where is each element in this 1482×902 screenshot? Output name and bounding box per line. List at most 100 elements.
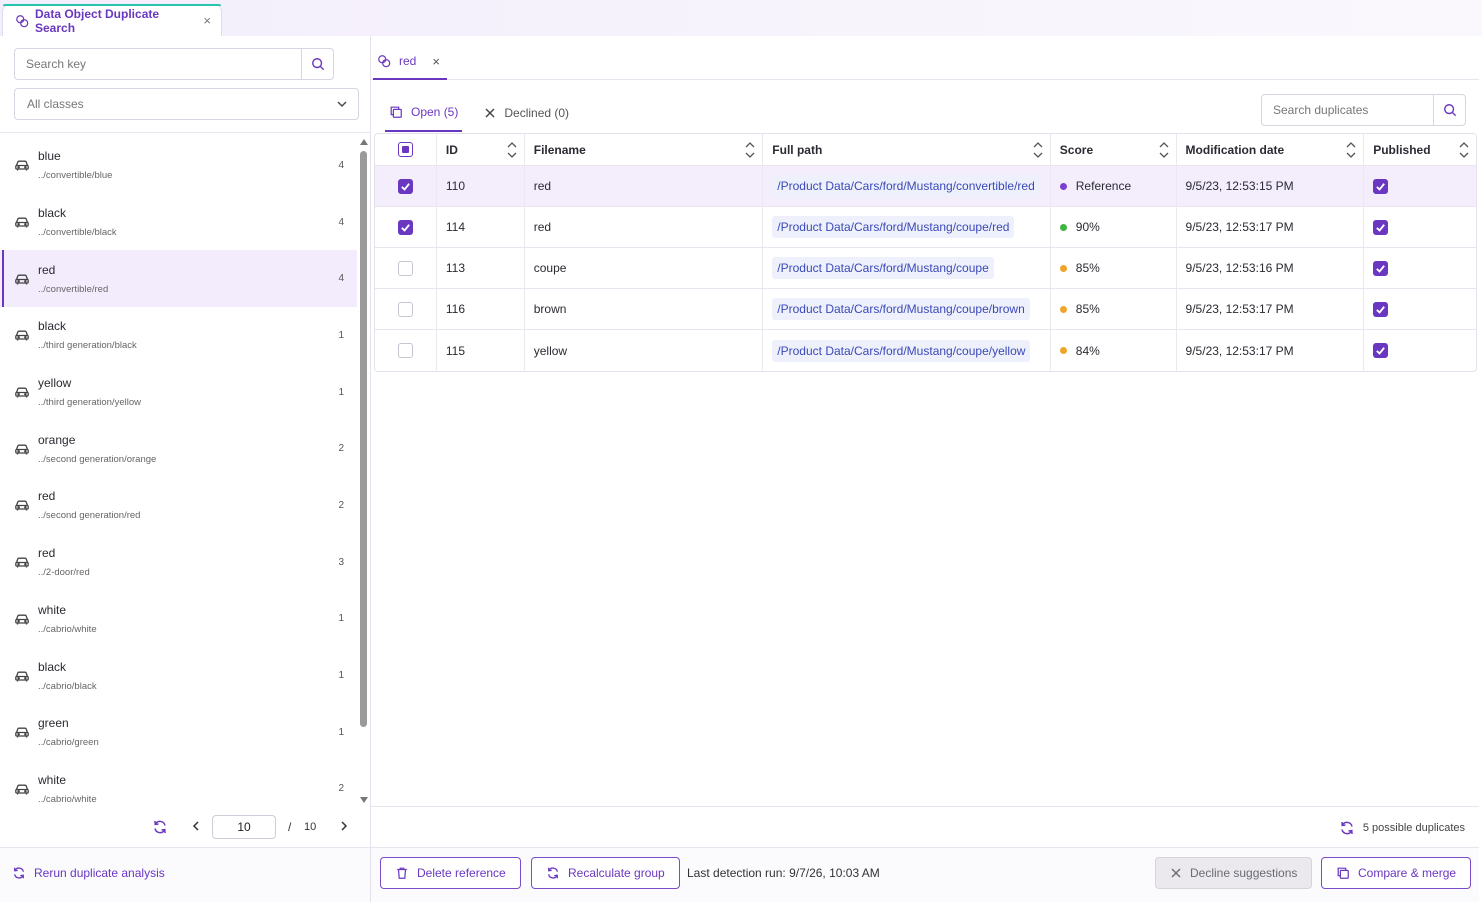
score-badge: 85% xyxy=(1059,302,1100,316)
list-item[interactable]: orange ../second generation/orange 2 xyxy=(0,420,357,477)
table-row[interactable]: 113 coupe/Product Data/Cars/ford/Mustang/… xyxy=(375,248,1476,289)
list-item[interactable]: white ../cabrio/white 1 xyxy=(0,591,357,648)
table-row[interactable]: 115 yellow/Product Data/Cars/ford/Mustang… xyxy=(375,330,1476,371)
possible-duplicates-count: 5 possible duplicates xyxy=(1362,822,1465,834)
published-checkbox[interactable] xyxy=(1373,178,1389,194)
scrollbar-thumb[interactable] xyxy=(360,151,367,727)
tab-open[interactable]: Open (5) xyxy=(385,94,463,132)
recalculate-group-label: Recalculate group xyxy=(568,866,665,880)
list-item-count: 2 xyxy=(338,443,344,455)
delete-reference-button[interactable]: Delete reference xyxy=(380,857,521,889)
sort-icon[interactable] xyxy=(744,140,756,160)
list-item-path: ../convertible/black xyxy=(38,227,117,239)
list-item[interactable]: white ../cabrio/white 2 xyxy=(0,761,357,807)
row-select-checkbox[interactable] xyxy=(397,343,413,358)
full-path-link[interactable]: /Product Data/Cars/ford/Mustang/coupe/ye… xyxy=(772,339,1031,362)
table-row[interactable]: 110 red/Product Data/Cars/ford/Mustang/co… xyxy=(375,166,1476,207)
column-header-filename[interactable]: Filename xyxy=(525,134,764,165)
list-scrollbar[interactable] xyxy=(358,137,369,805)
filename-cell: coupe xyxy=(525,248,764,288)
search-button[interactable] xyxy=(301,49,333,79)
score-badge: 85% xyxy=(1059,261,1100,275)
full-path-link[interactable]: /Product Data/Cars/ford/Mustang/coupe xyxy=(772,257,994,279)
app-body: All classes blue../convertible/blue4blac… xyxy=(0,36,1482,902)
id-value: 116 xyxy=(445,302,466,316)
row-select-checkbox[interactable] xyxy=(397,219,413,235)
compare-merge-label: Compare & merge xyxy=(1358,866,1457,880)
full-path-link[interactable]: /Product Data/Cars/ford/Mustang/converti… xyxy=(772,175,1040,197)
sort-icon[interactable] xyxy=(1458,140,1470,160)
previous-page-icon[interactable] xyxy=(190,820,202,832)
table-row[interactable]: 116 brown/Product Data/Cars/ford/Mustang/… xyxy=(375,289,1476,330)
id-value: 115 xyxy=(445,343,466,358)
list-item-text: red ../2-door/red xyxy=(38,545,338,579)
scroll-down-arrow[interactable] xyxy=(360,797,368,803)
published-checkbox[interactable] xyxy=(1373,219,1389,235)
list-item[interactable]: green ../cabrio/green 1 xyxy=(0,704,357,761)
refresh-icon[interactable] xyxy=(152,819,168,835)
published-checkbox[interactable] xyxy=(1373,260,1389,276)
decline-suggestions-button[interactable]: Decline suggestions xyxy=(1155,857,1313,889)
close-tab-icon[interactable]: × xyxy=(203,13,211,28)
refresh-icon xyxy=(13,867,25,879)
table-status-bar: 5 possible duplicates xyxy=(371,806,1479,847)
search-key-field xyxy=(14,48,334,80)
list-item-count: 1 xyxy=(338,329,344,341)
recalculate-group-button[interactable]: Recalculate group xyxy=(531,857,680,889)
full-path-link[interactable]: /Product Data/Cars/ford/Mustang/coupe/br… xyxy=(772,298,1030,320)
sort-icon[interactable] xyxy=(1158,140,1170,160)
select-all-checkbox[interactable] xyxy=(397,142,413,157)
list-item[interactable]: red ../second generation/red 2 xyxy=(0,477,357,534)
score-badge: Reference xyxy=(1059,179,1131,193)
row-select-cell xyxy=(375,207,437,247)
score-dot xyxy=(1059,305,1067,313)
modification-date-value: 9/5/23, 12:53:16 PM xyxy=(1185,261,1294,275)
next-page-icon[interactable] xyxy=(338,820,350,832)
tab-red[interactable]: red × xyxy=(373,44,447,80)
modification-date-cell: 9/5/23, 12:53:16 PM xyxy=(1177,248,1365,288)
search-key-input[interactable] xyxy=(15,49,301,79)
published-checkbox[interactable] xyxy=(1373,343,1389,358)
row-select-checkbox[interactable] xyxy=(397,178,413,194)
column-label: ID xyxy=(445,142,458,157)
column-header-score[interactable]: Score xyxy=(1051,134,1177,165)
list-item[interactable]: black ../third generation/black 1 xyxy=(0,307,357,364)
scroll-up-arrow[interactable] xyxy=(360,139,368,145)
list-item[interactable]: black ../convertible/black 4 xyxy=(0,194,357,251)
list-item-path: ../cabrio/white xyxy=(38,793,97,805)
modification-date-cell: 9/5/23, 12:53:17 PM xyxy=(1177,289,1365,329)
full-path-link[interactable]: /Product Data/Cars/ford/Mustang/coupe/re… xyxy=(772,216,1015,238)
list-item-text: red ../second generation/red xyxy=(38,488,338,522)
table-row[interactable]: 114 red/Product Data/Cars/ford/Mustang/co… xyxy=(375,207,1476,248)
class-filter-select[interactable]: All classes xyxy=(14,88,359,120)
tab-declined[interactable]: Declined (0) xyxy=(480,94,573,132)
table-header: ID Filename Full path Score Modification… xyxy=(375,134,1476,166)
row-select-checkbox[interactable] xyxy=(397,301,413,317)
column-header-full-path[interactable]: Full path xyxy=(763,134,1051,165)
modification-date-value: 9/5/23, 12:53:15 PM xyxy=(1185,179,1294,193)
column-header-modification-date[interactable]: Modification date xyxy=(1177,134,1365,165)
list-item[interactable]: blue ../convertible/blue 4 xyxy=(0,137,357,194)
sort-icon[interactable] xyxy=(1345,140,1357,160)
close-tab-icon[interactable]: × xyxy=(432,54,440,69)
column-header-published[interactable]: Published xyxy=(1364,134,1476,165)
row-select-checkbox[interactable] xyxy=(397,260,413,276)
rerun-analysis-button[interactable]: Rerun duplicate analysis xyxy=(12,866,165,880)
tab-data-object-duplicate-search[interactable]: Data Object Duplicate Search × xyxy=(2,4,222,36)
list-item[interactable]: black ../cabrio/black 1 xyxy=(0,647,357,704)
car-icon xyxy=(14,327,30,343)
list-item[interactable]: red ../2-door/red 3 xyxy=(0,534,357,591)
sort-icon[interactable] xyxy=(1032,140,1044,160)
list-item[interactable]: yellow ../third generation/yellow 1 xyxy=(0,364,357,421)
column-label: Modification date xyxy=(1185,142,1285,157)
sort-icon[interactable] xyxy=(506,140,518,160)
list-item[interactable]: red ../convertible/red 4 xyxy=(0,250,357,308)
compare-merge-button[interactable]: Compare & merge xyxy=(1321,857,1472,889)
column-header-id[interactable]: ID xyxy=(437,134,525,165)
search-duplicates-input[interactable] xyxy=(1262,95,1433,125)
published-checkbox[interactable] xyxy=(1373,301,1389,317)
score-value: 85% xyxy=(1075,302,1100,316)
page-number-input[interactable] xyxy=(212,815,276,839)
close-icon xyxy=(485,108,495,118)
search-button[interactable] xyxy=(1433,95,1465,125)
